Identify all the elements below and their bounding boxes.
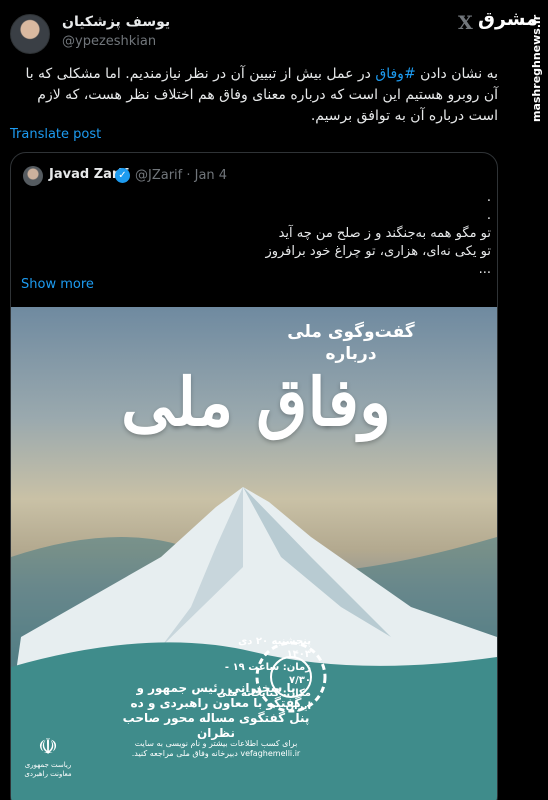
- poster-title: وفاق ملی: [121, 363, 393, 441]
- quoted-author-meta: @JZarif · Jan 4: [135, 168, 228, 183]
- translate-post-link[interactable]: Translate post: [10, 127, 101, 142]
- post-text: به نشان دادن #وفاق در عمل بیش از تبیین آ…: [25, 66, 498, 124]
- iran-emblem-icon: ☫ ریاست جمهوری معاونت راهبردی: [24, 735, 72, 778]
- poster-footer: برای کسب اطلاعات بیشتر و نام نویسی به سا…: [131, 739, 301, 758]
- author-avatar[interactable]: [10, 14, 50, 54]
- poster-subtitle: گفت‌وگوی ملی درباره: [287, 322, 415, 364]
- watermark-brand: مشرق: [478, 8, 538, 30]
- emblem-caption: ریاست جمهوری معاونت راهبردی: [24, 761, 72, 778]
- poster-image[interactable]: گفت‌وگوی ملی درباره وفاق ملی پنجشنبه ۲۰ …: [11, 307, 497, 800]
- author-handle[interactable]: @ypezeshkian: [62, 34, 156, 49]
- hashtag-link[interactable]: #وفاق: [375, 66, 415, 82]
- poster-speech-text: با سخنرانی رئیس جمهور و گفتگو با معاون ر…: [122, 681, 310, 740]
- author-name[interactable]: یوسف پزشکیان: [62, 14, 170, 30]
- quoted-post-card[interactable]: Javad Zarif ✓ @JZarif · Jan 4 . . تو مگو…: [10, 152, 498, 800]
- quoted-post-text: . . تو مگو همه به‌جنگند و ز صلح من چه آی…: [265, 190, 491, 277]
- show-more-link[interactable]: Show more: [21, 277, 94, 292]
- quoted-author-avatar[interactable]: [23, 166, 43, 186]
- verified-badge-icon: ✓: [115, 168, 130, 183]
- x-logo-icon: X: [458, 12, 473, 34]
- watermark-site: mashreghnews.ir: [530, 14, 543, 122]
